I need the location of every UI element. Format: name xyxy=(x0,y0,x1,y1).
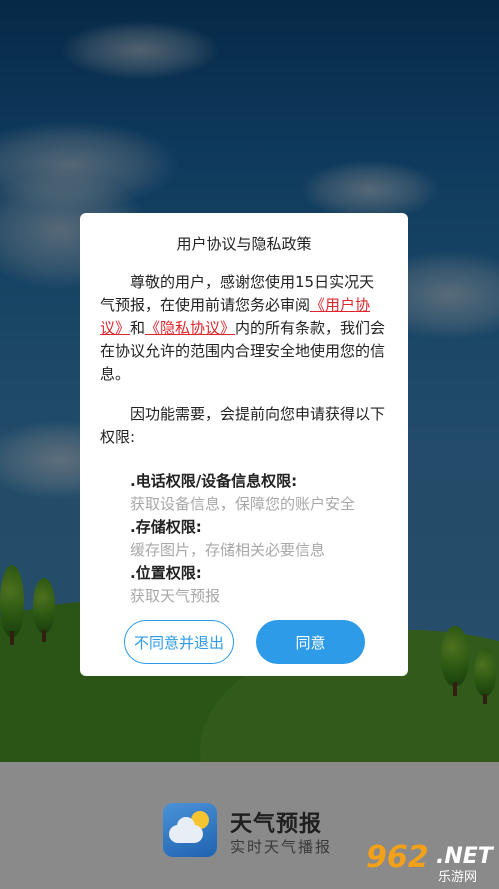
privacy-policy-dialog: 用户协议与隐私政策 尊敬的用户，感谢您使用15日实况天气预报，在使用前请您务必审… xyxy=(80,213,408,676)
watermark-site-name: 乐游网 xyxy=(438,870,478,885)
agreement-text-and: 和 xyxy=(130,319,146,337)
watermark-number: 962 xyxy=(366,840,429,875)
weather-app-logo-icon xyxy=(163,803,217,857)
app-name: 天气预报 xyxy=(230,812,323,837)
permissions-intro: 因功能需要，会提前向您申请获得以下权限: xyxy=(100,405,386,446)
app-slogan: 实时天气播报 xyxy=(230,838,333,856)
permission-phone-desc: 获取设备信息，保障您的账户安全 xyxy=(130,495,356,513)
permission-storage-desc: 缓存图片，存储相关必要信息 xyxy=(130,541,326,559)
permission-phone-title: .电话权限/设备信息权限: xyxy=(130,472,298,490)
permission-location-desc: 获取天气预报 xyxy=(130,587,221,605)
dialog-title: 用户协议与隐私政策 xyxy=(176,235,312,253)
permission-storage-title: .存储权限: xyxy=(130,518,202,536)
agreement-paragraph: 尊敬的用户，感谢您使用15日实况天气预报，在使用前请您务必审阅《用户协议》和《隐… xyxy=(100,271,388,386)
decline-and-exit-button[interactable]: 不同意并退出 xyxy=(124,620,234,664)
site-watermark: 962 .NET 乐游网 xyxy=(366,840,494,885)
permission-location-title: .位置权限: xyxy=(130,564,202,582)
privacy-agreement-link[interactable]: 《隐私协议》 xyxy=(145,319,235,337)
agree-button[interactable]: 同意 xyxy=(256,620,365,664)
